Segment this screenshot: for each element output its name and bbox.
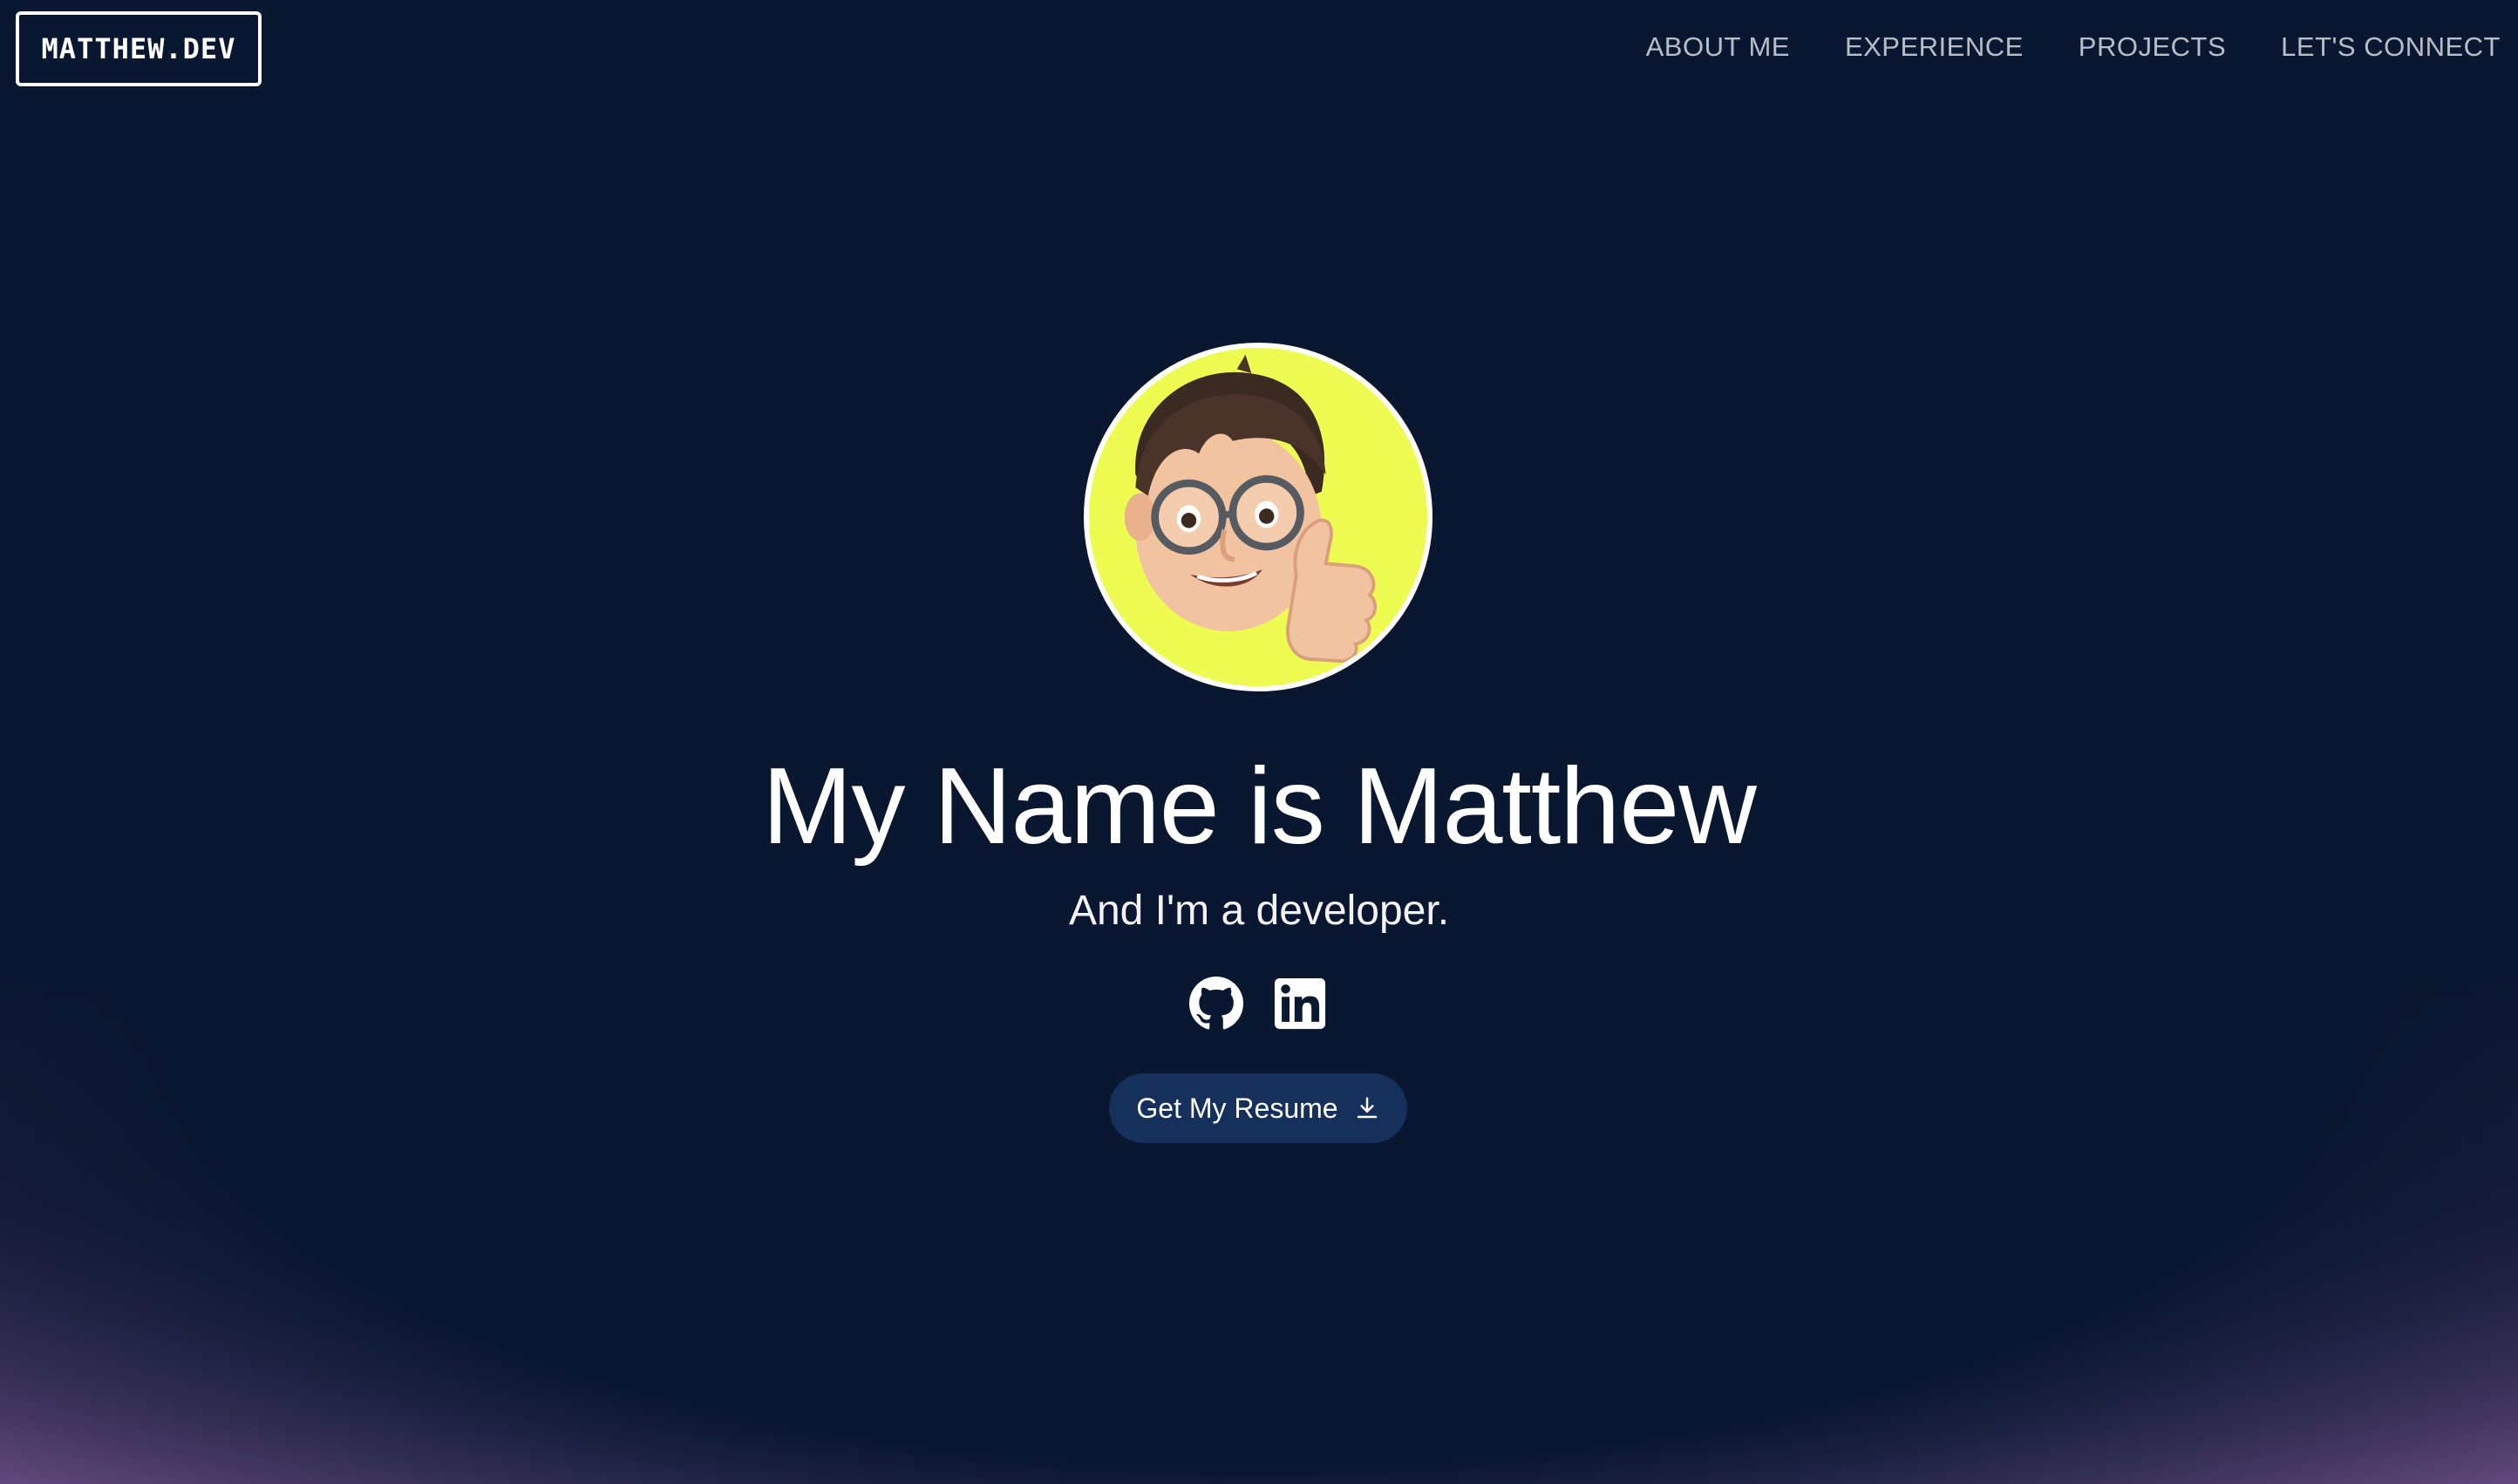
resume-button-label: Get My Resume: [1136, 1092, 1338, 1124]
avatar: [1084, 343, 1433, 691]
download-icon: [1354, 1095, 1380, 1121]
social-links: [1189, 977, 1327, 1031]
hero-section: My Name is Matthew And I'm a developer. …: [0, 0, 2518, 1484]
linkedin-icon[interactable]: [1273, 977, 1327, 1031]
hero-title: My Name is Matthew: [762, 746, 1757, 867]
hero-subtitle: And I'm a developer.: [1068, 888, 1450, 934]
memoji-avatar-icon: [1089, 348, 1427, 686]
github-icon[interactable]: [1189, 977, 1243, 1031]
get-resume-button[interactable]: Get My Resume: [1109, 1073, 1407, 1143]
